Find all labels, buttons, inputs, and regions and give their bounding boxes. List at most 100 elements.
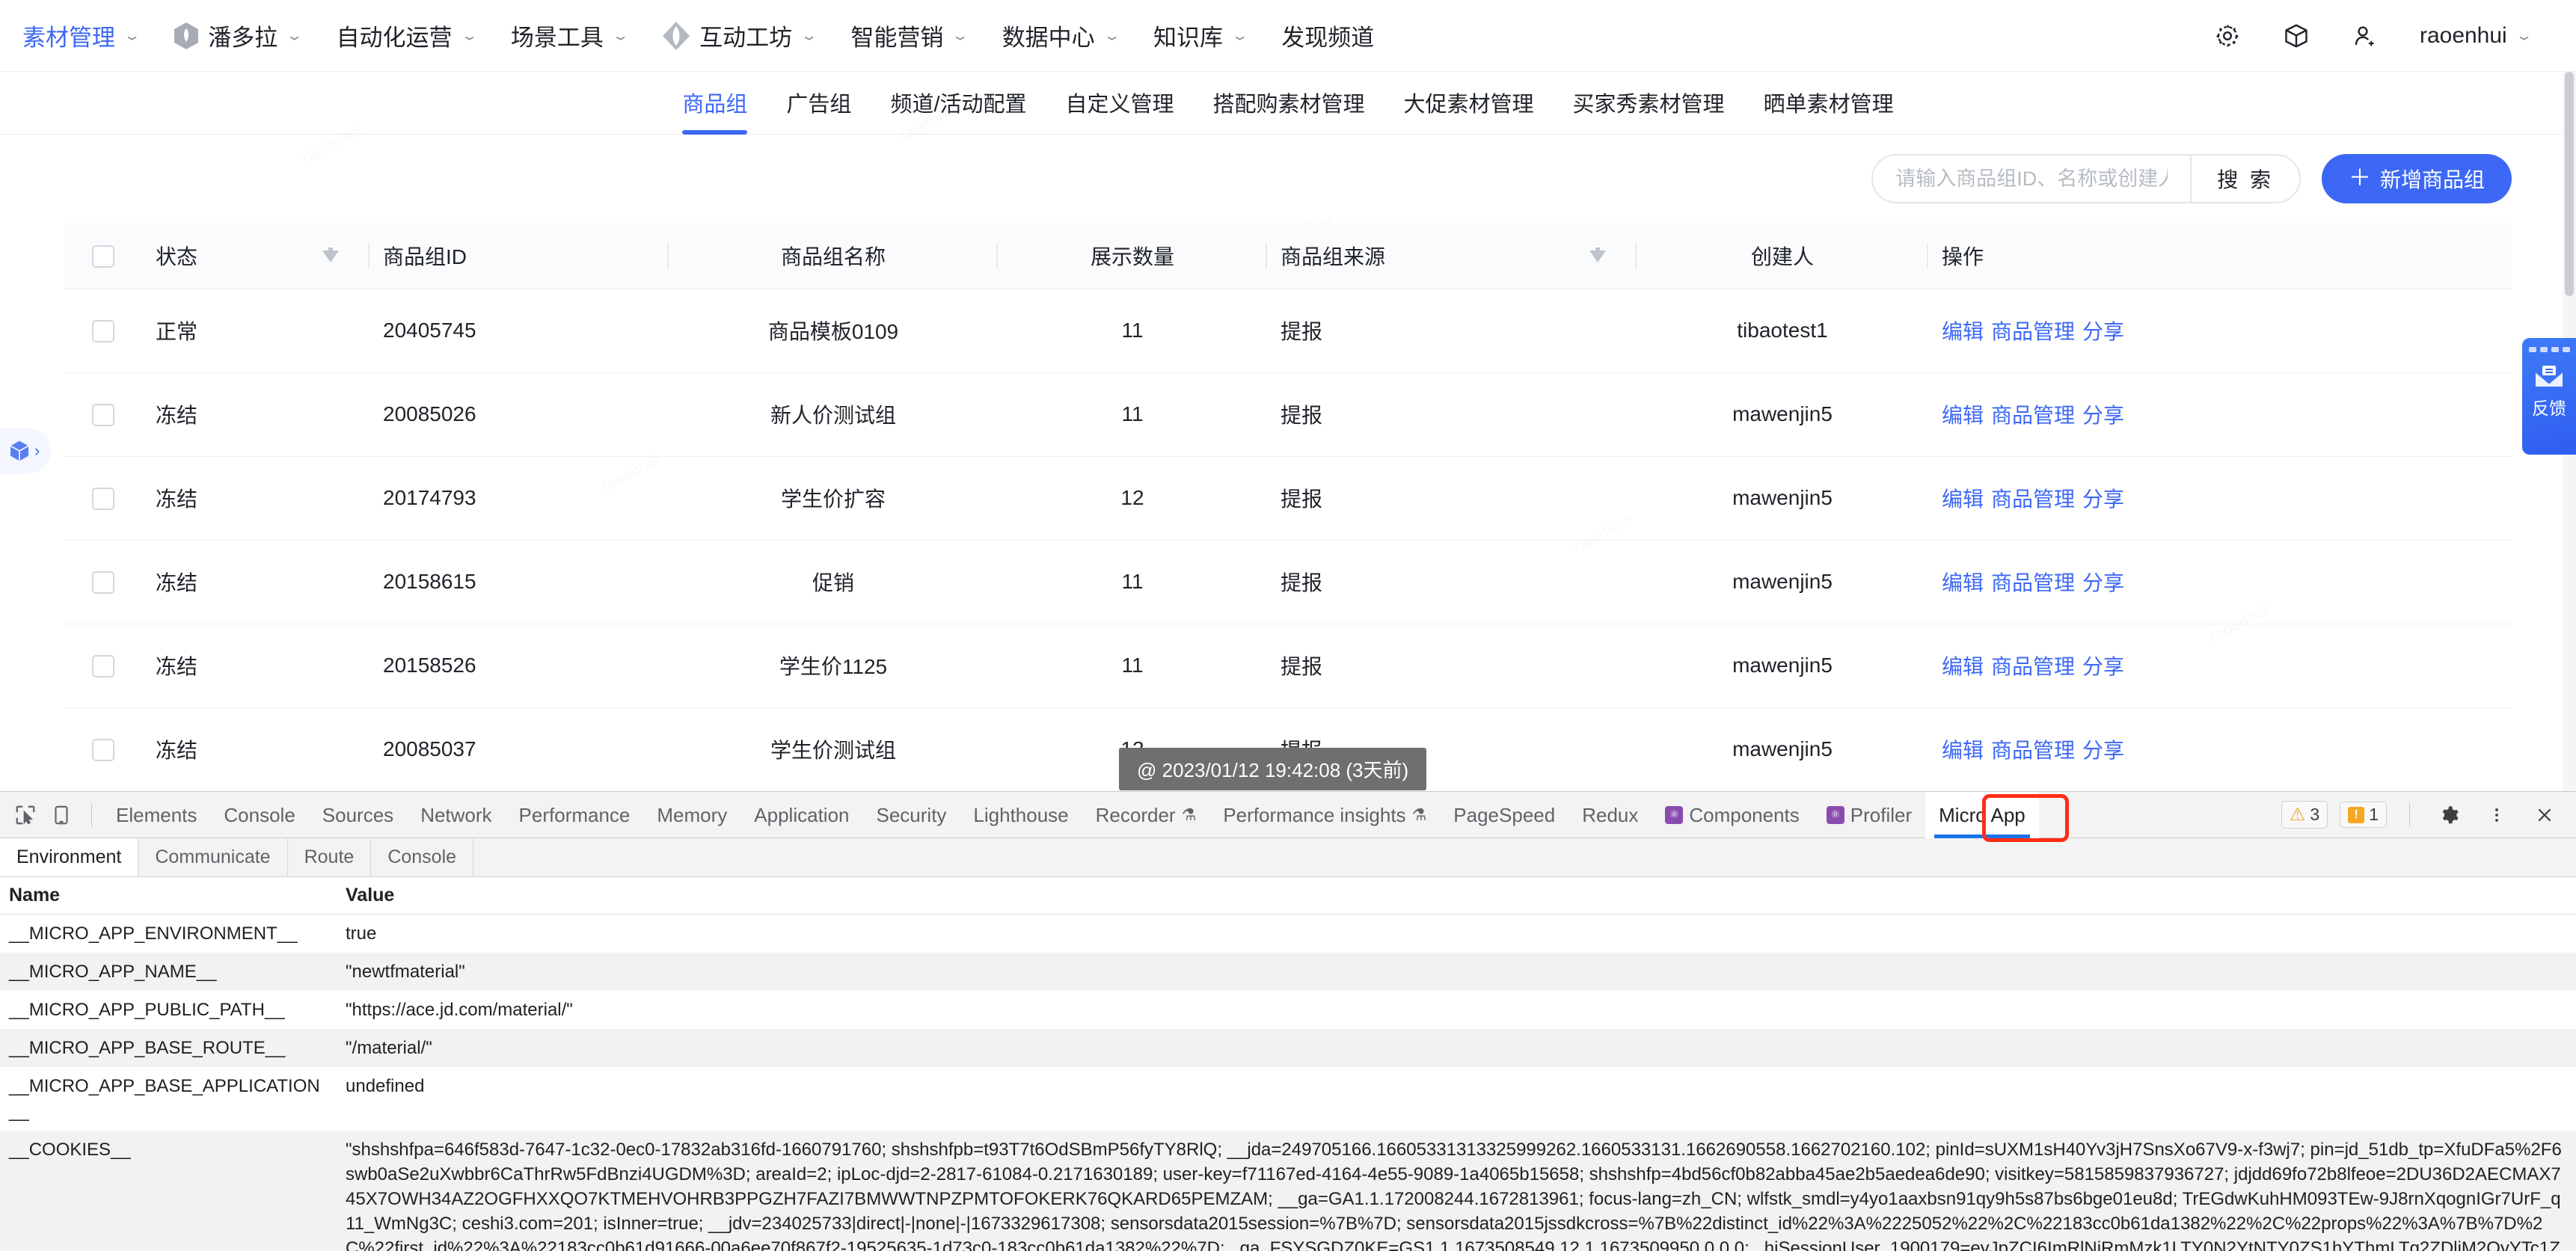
edit-link[interactable]: 编辑: [1942, 488, 1984, 511]
tab-ad-group[interactable]: 广告组: [786, 72, 851, 135]
devtools-tab-redux[interactable]: Redux: [1568, 792, 1652, 838]
env-value: "shshshfpa=646f583d-7647-1c32-0ec0-17832…: [337, 1131, 2576, 1251]
product-management-link[interactable]: 商品管理: [1991, 488, 2075, 511]
share-link[interactable]: 分享: [2082, 320, 2124, 343]
edit-link[interactable]: 编辑: [1942, 320, 1984, 343]
row-checkbox[interactable]: [92, 739, 114, 761]
device-toolbar-icon[interactable]: [45, 799, 78, 832]
header-status-filter[interactable]: [292, 223, 369, 289]
devtools-tab-profiler[interactable]: ⚛ Profiler: [1813, 792, 1925, 838]
cell-source-spacer: [1559, 540, 1637, 624]
gear-icon[interactable]: [2213, 22, 2242, 50]
tab-channel-activity-config[interactable]: 频道/活动配置: [890, 72, 1026, 135]
tab-review-material[interactable]: 晒单素材管理: [1764, 72, 1894, 135]
select-all-checkbox[interactable]: [92, 245, 114, 268]
micro-app-tab-communicate[interactable]: Communicate: [138, 838, 287, 876]
tab-buyer-show-material[interactable]: 买家秀素材管理: [1573, 72, 1725, 135]
micro-app-tab-environment[interactable]: Environment: [0, 838, 138, 876]
close-devtools-icon[interactable]: [2528, 799, 2561, 832]
react-icon: ⚛: [1827, 806, 1844, 824]
nav-item-pandora[interactable]: 潘多拉 ⌄: [174, 19, 301, 52]
search-input[interactable]: [1873, 156, 2190, 202]
devtools-tab-console[interactable]: Console: [210, 792, 308, 838]
devtools-tab-recorder[interactable]: Recorder ⚗: [1082, 792, 1210, 838]
cube-icon[interactable]: [2282, 22, 2310, 50]
devtools-tab-security[interactable]: Security: [863, 792, 960, 838]
tab-label: Lighthouse: [973, 792, 1068, 838]
devtools-tab-network[interactable]: Network: [407, 792, 505, 838]
nav-item-smart-marketing[interactable]: 智能营销 ⌄: [850, 19, 967, 52]
edit-link[interactable]: 编辑: [1942, 655, 1984, 678]
more-options-icon[interactable]: [2480, 799, 2513, 832]
micro-app-tab-route[interactable]: Route: [288, 838, 372, 876]
cell-source-spacer: [1559, 372, 1637, 456]
micro-app-tab-console[interactable]: Console: [371, 838, 473, 876]
row-checkbox[interactable]: [92, 404, 114, 426]
row-checkbox[interactable]: [92, 488, 114, 510]
share-link[interactable]: 分享: [2082, 404, 2124, 427]
devtools-tab-lighthouse[interactable]: Lighthouse: [960, 792, 1082, 838]
share-link[interactable]: 分享: [2082, 655, 2124, 678]
env-value: "/material/": [337, 1029, 2576, 1067]
tab-label: Micro App: [1939, 792, 2025, 838]
product-management-link[interactable]: 商品管理: [1991, 655, 2075, 678]
product-management-link[interactable]: 商品管理: [1991, 320, 2075, 343]
share-link[interactable]: 分享: [2082, 571, 2124, 594]
nav-item-interactive-workshop[interactable]: 互动工坊 ⌄: [662, 19, 816, 52]
header-operations: 操作: [1928, 223, 2512, 289]
nav-item-scene-tools[interactable]: 场景工具 ⌄: [511, 19, 628, 52]
nav-item-knowledge-base[interactable]: 知识库 ⌄: [1153, 19, 1247, 52]
cell-group-id: 20085037: [369, 707, 669, 791]
devtools-tab-application[interactable]: Application: [740, 792, 862, 838]
tab-promotion-material[interactable]: 大促素材管理: [1404, 72, 1534, 135]
scrollbar-thumb[interactable]: [2565, 72, 2574, 296]
add-product-group-button[interactable]: ＋ 新增商品组: [2322, 154, 2512, 203]
nav-item-discover-channel[interactable]: 发现频道: [1281, 19, 1374, 52]
search-button[interactable]: 搜 索: [2190, 156, 2299, 202]
issues-count: 1: [2369, 805, 2379, 825]
search-group: 搜 索: [1871, 154, 2301, 203]
inspect-element-icon[interactable]: [9, 799, 42, 832]
tab-product-group[interactable]: 商品组: [682, 72, 747, 135]
cell-status-spacer: [292, 624, 369, 707]
devtools-tab-memory[interactable]: Memory: [643, 792, 740, 838]
cell-display-count: 11: [998, 289, 1267, 372]
edit-link[interactable]: 编辑: [1942, 571, 1984, 594]
left-collapsed-panel-toggle[interactable]: ›: [0, 428, 51, 474]
row-checkbox[interactable]: [92, 320, 114, 342]
devtools-tab-performance[interactable]: Performance: [506, 792, 644, 838]
devtools-tab-performance-insights[interactable]: Performance insights ⚗: [1209, 792, 1440, 838]
tab-custom-management[interactable]: 自定义管理: [1066, 72, 1174, 135]
cell-status: 冻结: [142, 456, 292, 540]
tab-label: Performance insights: [1223, 792, 1405, 838]
row-checkbox[interactable]: [92, 571, 114, 594]
edit-link[interactable]: 编辑: [1942, 404, 1984, 427]
row-checkbox[interactable]: [92, 655, 114, 677]
feedback-widget[interactable]: 反馈: [2522, 338, 2576, 455]
environment-scroll-area[interactable]: Name Value __MICRO_APP_ENVIRONMENT__true…: [0, 877, 2576, 1251]
issues-badge[interactable]: ! 1: [2340, 802, 2387, 828]
env-header-name: Name: [0, 877, 337, 915]
product-management-link[interactable]: 商品管理: [1991, 739, 2075, 762]
product-management-link[interactable]: 商品管理: [1991, 571, 2075, 594]
edit-link[interactable]: 编辑: [1942, 739, 1984, 762]
add-user-icon[interactable]: [2351, 22, 2379, 50]
header-label: 商品组名称: [781, 245, 886, 268]
devtools-tab-components[interactable]: ⚛ Components: [1652, 792, 1812, 838]
devtools-tab-pagespeed[interactable]: PageSpeed: [1440, 792, 1568, 838]
user-menu[interactable]: raoenhui ⌄: [2420, 23, 2531, 49]
warnings-badge[interactable]: ⚠ 3: [2281, 801, 2328, 829]
product-management-link[interactable]: 商品管理: [1991, 404, 2075, 427]
devtools-tab-micro-app[interactable]: Micro App: [1925, 792, 2039, 838]
devtools-tab-sources[interactable]: Sources: [309, 792, 407, 838]
share-link[interactable]: 分享: [2082, 739, 2124, 762]
nav-item-data-center[interactable]: 数据中心 ⌄: [1002, 19, 1119, 52]
devtools-tab-elements[interactable]: Elements: [102, 792, 210, 838]
nav-item-automation-operations[interactable]: 自动化运营 ⌄: [337, 19, 476, 52]
nav-item-material-management[interactable]: 素材管理 ⌄: [22, 19, 139, 52]
settings-gear-icon[interactable]: [2432, 799, 2465, 832]
header-label: 展示数量: [1091, 245, 1174, 268]
tab-bundle-purchase-material[interactable]: 搭配购素材管理: [1213, 72, 1365, 135]
header-source-filter[interactable]: [1559, 223, 1637, 289]
share-link[interactable]: 分享: [2082, 488, 2124, 511]
